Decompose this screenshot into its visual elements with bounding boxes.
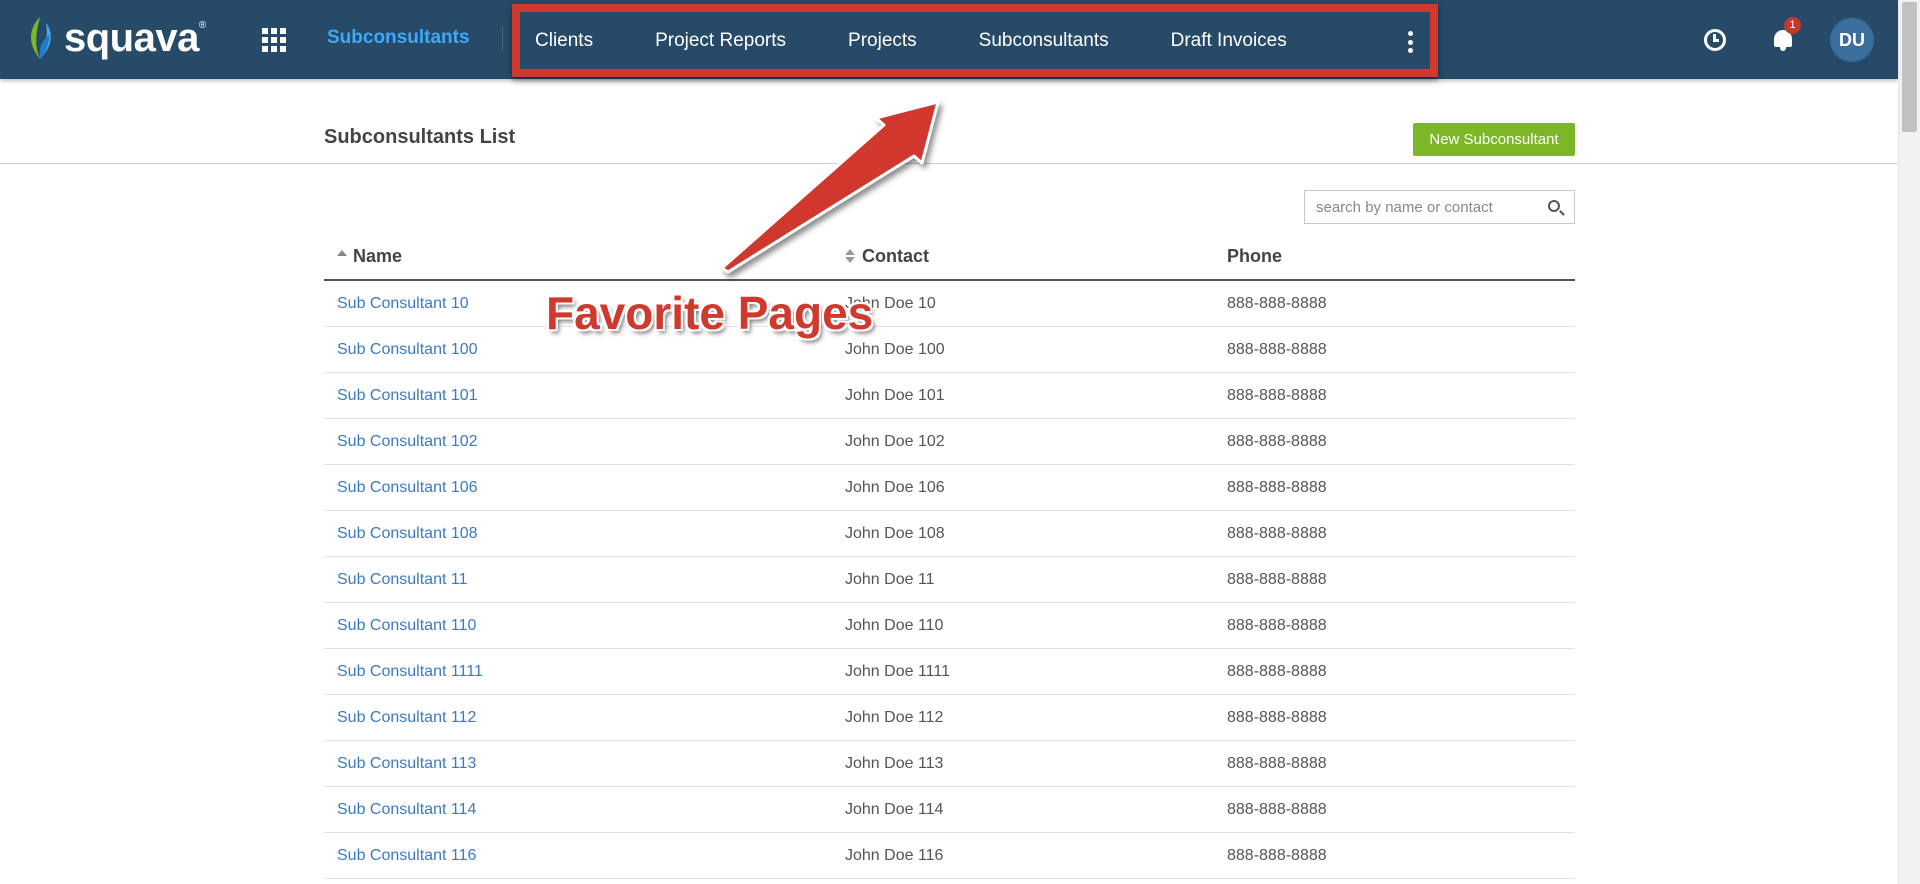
cell-name[interactable]: Sub Consultant 112 [337,709,476,727]
user-avatar[interactable]: DU [1830,18,1874,62]
cell-phone: 888-888-8888 [1227,571,1327,588]
logo-text: squava® [64,15,206,60]
fav-link-subconsultants[interactable]: Subconsultants [979,30,1109,52]
cell-name[interactable]: Sub Consultant 102 [337,433,478,451]
sort-icon[interactable] [845,249,855,263]
cell-name[interactable]: Sub Consultant 113 [337,755,476,773]
cell-contact: John Doe 114 [845,801,944,818]
table-row: Sub Consultant 100 John Doe 100 888-888-88… [324,327,1575,373]
cell-phone: 888-888-8888 [1227,755,1327,772]
cell-phone: 888-888-8888 [1227,663,1327,680]
cell-contact: John Doe 1111 [845,663,950,680]
cell-phone: 888-888-8888 [1227,709,1327,726]
new-subconsultant-button[interactable]: New Subconsultant [1413,123,1575,156]
cell-phone: 888-888-8888 [1227,617,1327,634]
cell-phone: 888-888-8888 [1227,295,1327,312]
cell-contact: John Doe 108 [845,525,945,542]
cell-name[interactable]: Sub Consultant 110 [337,617,476,635]
notification-badge: 1 [1784,17,1801,34]
table-row: Sub Consultant 108 John Doe 108 888-888-88… [324,511,1575,557]
column-header-phone: Phone [1227,246,1283,266]
grid-icon[interactable] [262,28,286,52]
cell-name[interactable]: Sub Consultant 108 [337,525,478,543]
cell-name[interactable]: Sub Consultant 106 [337,479,478,497]
column-header-contact[interactable]: Contact [862,246,929,267]
cell-name[interactable]: Sub Consultant 100 [337,341,478,359]
cell-name[interactable]: Sub Consultant 101 [337,387,478,405]
cell-contact: John Doe 116 [845,847,944,864]
cell-contact: John Doe 112 [845,709,944,726]
fav-link-clients[interactable]: Clients [535,30,593,52]
cell-name[interactable]: Sub Consultant 114 [337,801,476,819]
sort-ascending-icon[interactable] [337,250,347,256]
leaf-logo-icon [31,17,51,59]
cell-name[interactable]: Sub Consultant 10 [337,295,469,313]
cell-phone: 888-888-8888 [1227,341,1327,358]
current-page-title[interactable]: Subconsultants [327,27,470,49]
table-row: Sub Consultant 1111 John Doe 1111 888-888-… [324,649,1575,695]
cell-contact: John Doe 102 [845,433,945,450]
table-row: Sub Consultant 11 John Doe 11 888-888-8888 [324,557,1575,603]
fav-link-draft-invoices[interactable]: Draft Invoices [1171,30,1287,52]
vertical-ellipsis-icon[interactable] [1408,31,1414,53]
cell-name[interactable]: Sub Consultant 11 [337,571,467,589]
table-row: Sub Consultant 112 John Doe 112 888-888-88… [324,695,1575,741]
search-icon[interactable] [1548,200,1560,212]
table-row: Sub Consultant 114 John Doe 114 888-888-88… [324,787,1575,833]
scrollbar-thumb[interactable] [1902,2,1917,132]
search-box [1304,190,1575,224]
cell-contact: John Doe 110 [845,617,944,634]
cell-phone: 888-888-8888 [1227,847,1327,864]
search-input[interactable] [1305,191,1535,223]
table-row: Sub Consultant 113 John Doe 113 888-888-88… [324,741,1575,787]
page-header: Subconsultants List New Subconsultant [0,110,1898,164]
table-row: Sub Consultant 106 John Doe 106 888-888-88… [324,465,1575,511]
page-scrollbar[interactable] [1898,0,1920,884]
favorite-pages-nav: Clients Project Reports Projects Subcons… [512,4,1438,77]
cell-phone: 888-888-8888 [1227,433,1327,450]
cell-contact: John Doe 100 [845,341,945,358]
table-row: Sub Consultant 10 John Doe 10 888-888-8888 [324,281,1575,327]
subconsultants-table: Name Contact Phone Sub Consultant 10 John… [324,238,1575,879]
top-navigation-bar: squava® Subconsultants Clients Project R… [0,0,1898,79]
fav-link-project-reports[interactable]: Project Reports [655,30,786,52]
clock-icon[interactable] [1704,29,1726,51]
table-row: Sub Consultant 110 John Doe 110 888-888-88… [324,603,1575,649]
nav-divider [502,27,503,51]
cell-contact: John Doe 106 [845,479,945,496]
cell-contact: John Doe 11 [845,571,935,588]
fav-link-projects[interactable]: Projects [848,30,917,52]
table-body: Sub Consultant 10 John Doe 10 888-888-8888… [324,281,1575,879]
cell-phone: 888-888-8888 [1227,479,1327,496]
cell-name[interactable]: Sub Consultant 116 [337,847,476,865]
page-title: Subconsultants List [324,126,516,148]
table-row: Sub Consultant 102 John Doe 102 888-888-88… [324,419,1575,465]
column-header-name[interactable]: Name [353,246,402,267]
table-row: Sub Consultant 116 John Doe 116 888-888-88… [324,833,1575,879]
notifications-button[interactable]: 1 [1772,17,1801,53]
cell-contact: John Doe 113 [845,755,944,772]
cell-phone: 888-888-8888 [1227,387,1327,404]
cell-name[interactable]: Sub Consultant 1111 [337,663,483,681]
cell-contact: John Doe 101 [845,387,945,404]
cell-phone: 888-888-8888 [1227,801,1327,818]
table-row: Sub Consultant 101 John Doe 101 888-888-88… [324,373,1575,419]
table-header: Name Contact Phone [324,238,1575,281]
cell-contact: John Doe 10 [845,295,936,312]
cell-phone: 888-888-8888 [1227,525,1327,542]
squava-logo[interactable]: squava® [24,14,206,62]
